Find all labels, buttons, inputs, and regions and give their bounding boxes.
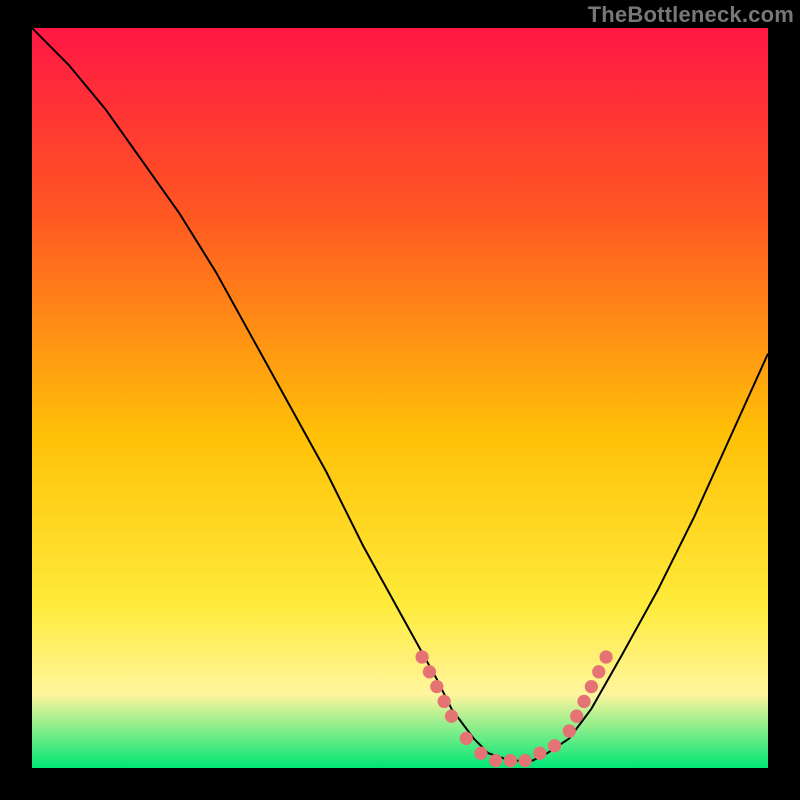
page-background: TheBottleneck.com	[0, 0, 800, 800]
highlight-dot	[474, 747, 487, 760]
highlight-dot	[460, 732, 473, 745]
highlight-dot	[438, 695, 451, 708]
highlight-dot	[430, 680, 443, 693]
highlight-dot	[585, 680, 598, 693]
bottleneck-curve	[32, 28, 768, 761]
highlight-dot	[563, 724, 576, 737]
highlight-dot	[445, 710, 458, 723]
highlight-dot	[415, 650, 428, 663]
highlight-dot	[570, 710, 583, 723]
highlight-dot	[423, 665, 436, 678]
highlight-dot	[548, 739, 561, 752]
chart-svg	[32, 28, 768, 768]
highlight-dots	[415, 650, 612, 767]
highlight-dot	[518, 754, 531, 767]
chart-area	[32, 28, 768, 768]
highlight-dot	[577, 695, 590, 708]
highlight-dot	[533, 747, 546, 760]
highlight-dot	[504, 754, 517, 767]
highlight-dot	[592, 665, 605, 678]
highlight-dot	[599, 650, 612, 663]
highlight-dot	[489, 754, 502, 767]
watermark-text: TheBottleneck.com	[588, 2, 794, 28]
